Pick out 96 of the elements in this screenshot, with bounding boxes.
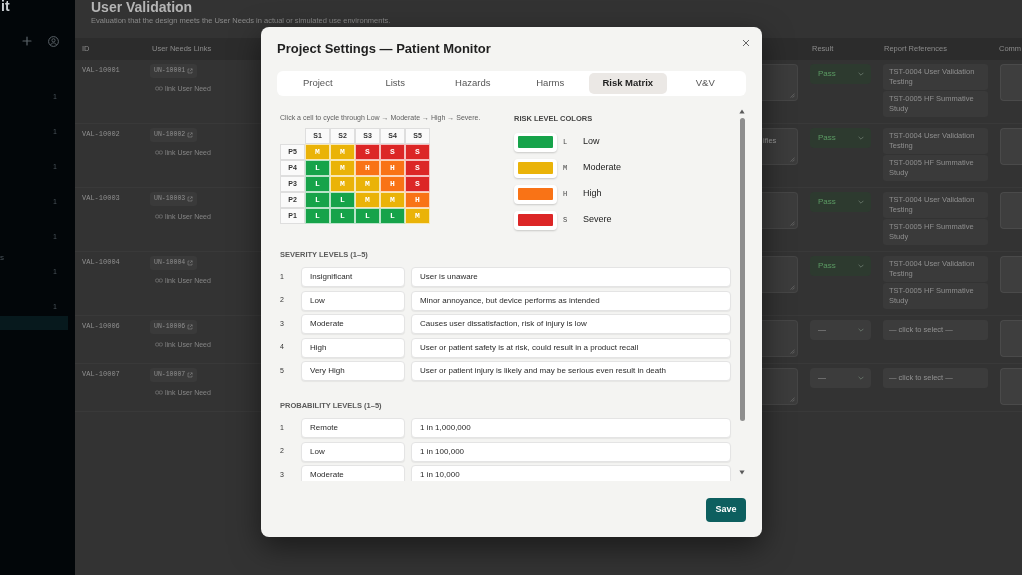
link-icon xyxy=(155,86,163,91)
matrix-cell[interactable]: M xyxy=(405,208,430,224)
matrix-cell[interactable]: S xyxy=(405,144,430,160)
level-description-field[interactable]: 1 in 100,000 xyxy=(411,441,731,462)
tab[interactable]: Hazards xyxy=(434,73,512,94)
level-name-field[interactable]: Remote xyxy=(301,418,405,438)
notes-field[interactable] xyxy=(760,64,798,101)
matrix-cell[interactable]: L xyxy=(305,192,330,208)
external-link-icon xyxy=(187,260,194,266)
level-description-field[interactable]: User or patient safety is at risk, could result in a product recall xyxy=(411,337,731,358)
notes-field[interactable] xyxy=(760,320,798,357)
notes-field[interactable] xyxy=(760,368,798,405)
link-icon xyxy=(155,150,163,155)
result-select[interactable]: Pass xyxy=(810,64,871,84)
link-icon xyxy=(155,278,163,283)
matrix-cell[interactable]: L xyxy=(305,176,330,192)
chevron-down-icon xyxy=(858,328,864,332)
tab[interactable]: Harms xyxy=(511,73,589,94)
tab[interactable]: Risk Matrix xyxy=(589,73,667,94)
chevron-down-icon xyxy=(858,200,864,204)
matrix-cell[interactable]: H xyxy=(380,176,405,192)
tab[interactable]: Project xyxy=(279,73,357,94)
level-label: Severe xyxy=(583,213,612,227)
matrix-cell[interactable]: H xyxy=(355,160,380,176)
level-description-field[interactable]: Causes user dissatisfaction, risk of injury is low xyxy=(411,314,731,334)
scrollbar-thumb[interactable] xyxy=(739,118,745,421)
level-name-field[interactable]: Low xyxy=(301,441,405,462)
level-name-field[interactable]: Moderate xyxy=(301,465,405,481)
external-link-icon xyxy=(187,68,194,74)
result-select[interactable]: Pass xyxy=(810,128,871,148)
resize-handle-icon[interactable] xyxy=(790,285,795,290)
scroll-down-icon[interactable] xyxy=(739,470,745,475)
level-name-field[interactable]: Moderate xyxy=(301,314,405,334)
matrix-cell[interactable]: L xyxy=(330,208,355,224)
resize-handle-icon[interactable] xyxy=(790,93,795,98)
notes-field[interactable] xyxy=(760,256,798,293)
level-label: High xyxy=(583,187,602,201)
level-description-field[interactable]: 1 in 1,000,000 xyxy=(411,418,731,438)
external-link-icon xyxy=(187,196,194,202)
close-icon[interactable] xyxy=(742,39,750,47)
level-description-field[interactable]: User is unaware xyxy=(411,267,731,287)
link-icon xyxy=(155,342,163,347)
matrix-cell[interactable]: H xyxy=(380,160,405,176)
dialog-title: Project Settings — Patient Monitor xyxy=(277,40,491,58)
matrix-cell[interactable]: M xyxy=(380,192,405,208)
level-label: Moderate xyxy=(583,161,622,175)
notes-field[interactable] xyxy=(760,192,798,229)
person-circle-icon[interactable] xyxy=(48,35,59,47)
level-description-field[interactable]: 1 in 10,000 xyxy=(411,465,731,481)
matrix-cell[interactable]: L xyxy=(355,208,380,224)
result-select[interactable]: Pass xyxy=(810,192,871,212)
chevron-down-icon xyxy=(858,264,864,268)
save-button[interactable]: Save xyxy=(706,498,746,522)
resize-handle-icon[interactable] xyxy=(790,157,795,162)
matrix-cell[interactable]: L xyxy=(305,208,330,224)
level-name-field[interactable]: Low xyxy=(301,290,405,311)
external-link-icon xyxy=(187,324,194,330)
brand-name: it xyxy=(0,0,10,12)
matrix-cell[interactable]: S xyxy=(405,160,430,176)
matrix-cell[interactable]: M xyxy=(355,192,380,208)
matrix-cell[interactable]: M xyxy=(305,144,330,160)
scroll-up-icon[interactable] xyxy=(739,109,745,114)
matrix-cell[interactable]: L xyxy=(380,208,405,224)
matrix-cell[interactable]: M xyxy=(330,176,355,192)
matrix-cell[interactable]: L xyxy=(330,192,355,208)
result-select[interactable]: — xyxy=(810,320,871,340)
tab[interactable]: V&V xyxy=(666,73,744,94)
matrix-cell[interactable]: S xyxy=(355,144,380,160)
chevron-down-icon xyxy=(858,376,864,380)
matrix-cell[interactable]: M xyxy=(330,144,355,160)
page-title: User Validation xyxy=(91,0,193,14)
external-link-icon xyxy=(187,132,194,138)
level-label: Low xyxy=(583,135,600,149)
tab[interactable]: Lists xyxy=(356,73,434,94)
plus-icon[interactable] xyxy=(22,36,32,46)
chevron-down-icon xyxy=(858,136,864,140)
external-link-icon xyxy=(187,372,194,378)
resize-handle-icon[interactable] xyxy=(790,349,795,354)
level-description-field[interactable]: Minor annoyance, but device performs as intended xyxy=(411,290,731,311)
link-icon xyxy=(155,390,163,395)
matrix-cell[interactable]: H xyxy=(405,192,430,208)
result-select[interactable]: Pass xyxy=(810,256,871,276)
link-icon xyxy=(155,214,163,219)
matrix-cell[interactable]: L xyxy=(305,160,330,176)
matrix-cell[interactable]: S xyxy=(405,176,430,192)
matrix-cell[interactable]: M xyxy=(330,160,355,176)
result-select[interactable]: — xyxy=(810,368,871,388)
level-description-field[interactable]: User or patient injury is likely and may be serious even result in death xyxy=(411,361,731,381)
resize-handle-icon[interactable] xyxy=(790,221,795,226)
resize-handle-icon[interactable] xyxy=(790,397,795,402)
chevron-down-icon xyxy=(858,72,864,76)
level-name-field[interactable]: Insignificant xyxy=(301,267,405,287)
matrix-cell[interactable]: M xyxy=(355,176,380,192)
level-name-field[interactable]: Very High xyxy=(301,361,405,381)
matrix-cell[interactable]: S xyxy=(380,144,405,160)
level-name-field[interactable]: High xyxy=(301,337,405,358)
